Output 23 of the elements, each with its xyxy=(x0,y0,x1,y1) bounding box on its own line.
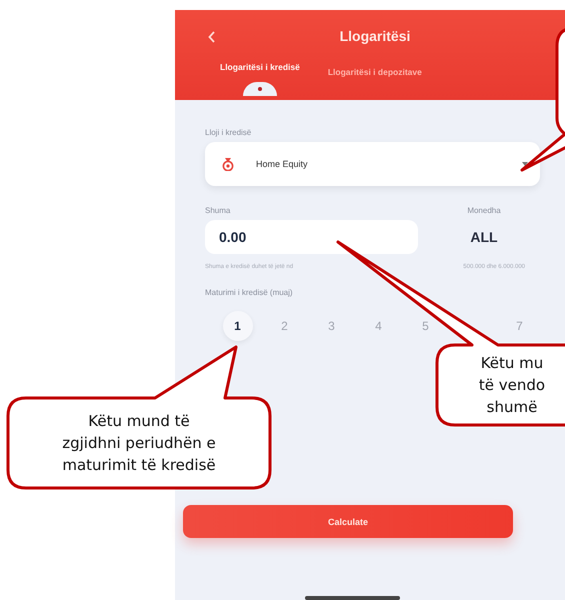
callout-text: Këtu mu të vendo shumë xyxy=(478,353,546,418)
month-option[interactable]: 4 xyxy=(368,315,388,337)
month-option[interactable]: 3 xyxy=(322,315,342,337)
month-option[interactable]: 1 xyxy=(222,311,252,341)
calculate-button[interactable]: Calculate xyxy=(183,505,513,538)
screen-title: Llogaritësi xyxy=(340,28,410,44)
field-label: Monedha xyxy=(466,206,502,215)
amount-input[interactable]: 0.00 xyxy=(205,220,418,254)
field-label: Lloji i kredisë xyxy=(205,128,252,137)
field-label: Maturimi i kredisë (muaj) xyxy=(205,288,294,297)
tab[interactable]: Llogaritësi i kredisë xyxy=(220,62,300,72)
month-option[interactable]: 5 xyxy=(416,315,436,337)
back-icon[interactable] xyxy=(208,31,216,43)
field-label: Shuma xyxy=(205,206,232,215)
callout-text: Këtu mund të zgjidhni periudhën e maturimit të kredisë xyxy=(61,411,217,476)
caret-icon xyxy=(522,162,528,166)
tab-indicator xyxy=(242,82,277,96)
loan-type-dropdown[interactable]: Home Equity xyxy=(205,142,540,186)
tab[interactable]: Llogaritësi i depozitave xyxy=(328,67,422,77)
currency-value: ALL xyxy=(469,229,499,245)
month-option[interactable]: 7 xyxy=(510,315,530,337)
month-option[interactable]: 2 xyxy=(274,315,294,337)
money-bag-icon xyxy=(222,157,234,171)
